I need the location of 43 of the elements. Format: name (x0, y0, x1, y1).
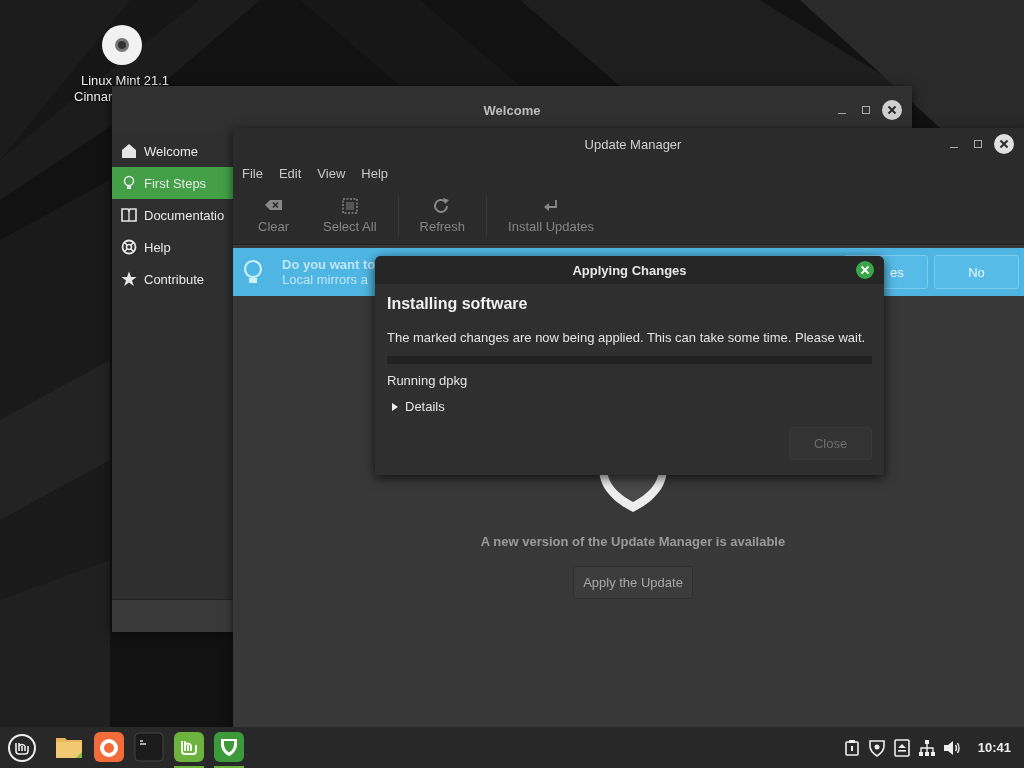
menu-item[interactable]: Help (353, 163, 397, 188)
selection-icon (340, 198, 359, 214)
close-icon[interactable] (882, 100, 902, 120)
close-icon[interactable] (856, 261, 874, 279)
network-icon[interactable] (917, 738, 936, 757)
shield-icon[interactable] (867, 738, 886, 757)
house-icon (121, 143, 137, 159)
sidebar-item[interactable]: Help (112, 231, 233, 263)
dialog-text: The marked changes are now being applied. This can take some time. Please wait. (387, 330, 867, 345)
dialog-heading: Installing software (387, 295, 529, 313)
menu-item[interactable]: View (309, 163, 354, 188)
menu-icon[interactable] (7, 732, 37, 763)
caret-right-icon (390, 401, 400, 412)
window-title: Welcome (483, 102, 541, 118)
terminal-icon (134, 731, 164, 762)
dialog-title: Applying Changes (572, 262, 687, 278)
lifebuoy-icon (121, 239, 137, 255)
details-expander[interactable]: Details (387, 399, 445, 414)
clock[interactable]: 10:41 (977, 740, 1011, 755)
window-title: Update Manager (584, 136, 682, 152)
eject-icon[interactable] (892, 738, 911, 757)
mint-logo-icon (174, 731, 204, 762)
disc-icon[interactable] (102, 25, 142, 65)
update-message: A new version of the Update Manager is available (480, 534, 786, 549)
refresh-icon (433, 198, 452, 214)
desktop-icon-label: Linux Mint 21.1 (79, 73, 170, 89)
lightbulb-icon (242, 259, 264, 285)
menu-item[interactable]: File (234, 163, 271, 188)
sidebar-item[interactable]: Documentatio (112, 199, 233, 231)
clipboard-icon[interactable] (842, 738, 861, 757)
browser-icon (94, 731, 124, 762)
star-icon (121, 271, 137, 287)
sidebar-item[interactable]: Welcome (112, 135, 233, 167)
lightbulb-icon (121, 175, 137, 191)
desktop-icon-label: Cinnar (73, 89, 113, 105)
volume-icon[interactable] (942, 738, 961, 757)
status-text: Running dpkg (387, 373, 469, 388)
shield-icon (214, 731, 244, 762)
close-icon[interactable] (994, 134, 1014, 154)
apply-update-button[interactable]: Apply the Update (573, 566, 693, 599)
book-icon (121, 207, 137, 223)
sidebar-item[interactable]: Contribute (112, 263, 233, 295)
menu-item[interactable]: Edit (270, 163, 310, 188)
